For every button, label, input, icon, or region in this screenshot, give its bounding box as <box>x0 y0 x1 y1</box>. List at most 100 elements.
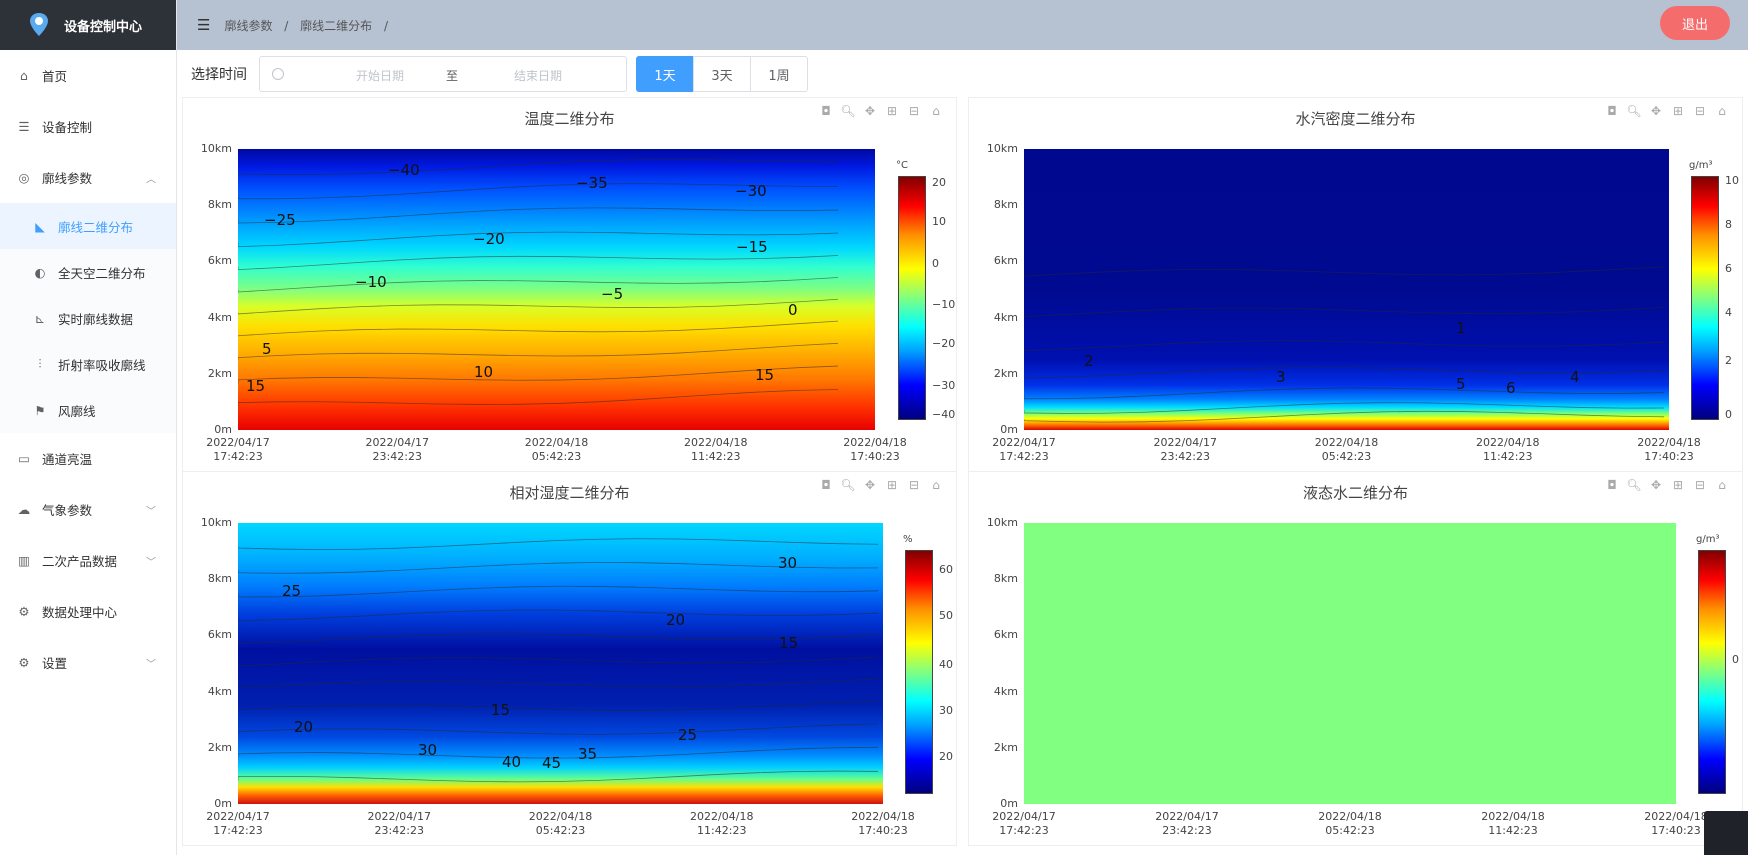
y-tick-label: 10km <box>986 142 1018 155</box>
zoom-in-icon[interactable]: ⊞ <box>884 478 900 492</box>
sidebar-item[interactable]: ▥ 二次产品数据 ﹀ <box>0 535 176 586</box>
contour-label: 20 <box>294 718 314 736</box>
x-tick-label: 2022/04/18 05:42:23 <box>524 436 589 463</box>
colorbar-tick: 0 <box>1725 408 1732 422</box>
contour-label: 40 <box>502 753 522 771</box>
sidebar-item[interactable]: ▭ 通道亮温 <box>0 433 176 484</box>
bar-icon: ▥ <box>18 553 30 568</box>
contour-label: 10 <box>474 363 494 381</box>
heatmap-area[interactable]: 1 2 3 4 5 6 <box>1024 149 1669 430</box>
sidebar-item[interactable]: ☁ 气象参数 ﹀ <box>0 484 176 535</box>
contour-label: 35 <box>578 745 598 763</box>
camera-icon[interactable]: ◘ <box>1604 478 1620 492</box>
pan-icon[interactable]: ✥ <box>1648 104 1664 118</box>
colorbar <box>1698 550 1726 794</box>
contour-label: 2 <box>1084 352 1094 370</box>
sidebar-item[interactable]: ◣ 廓线二维分布 <box>0 203 176 249</box>
y-tick-label: 10km <box>200 142 232 155</box>
date-range-picker[interactable]: 开始日期 至 结束日期 <box>259 56 627 92</box>
sidebar-item[interactable]: ⚙ 设置 ﹀ <box>0 637 176 688</box>
y-tick-label: 8km <box>207 572 232 586</box>
y-tick-label: 0m <box>1000 423 1018 436</box>
zoom-in-icon[interactable]: ⊞ <box>1670 104 1686 118</box>
zoom-in-icon[interactable]: ⊞ <box>884 104 900 118</box>
sidebar-item[interactable]: ⚑ 风廓线 <box>0 387 176 433</box>
breadcrumb-item[interactable]: 廓线参数 / <box>224 19 288 33</box>
end-date-input[interactable]: 结束日期 <box>478 67 598 84</box>
x-tick-label: 2022/04/18 17:40:23 <box>1637 436 1701 463</box>
zoom-icon[interactable]: 🔍︎ <box>840 104 856 118</box>
sidebar-item[interactable]: ⚙ 数据处理中心 <box>0 586 176 637</box>
colorbar <box>905 550 933 794</box>
gear-circle-icon: ⚙ <box>18 604 30 619</box>
contour-label: −10 <box>355 273 387 291</box>
range-3day-button[interactable]: 3天 <box>693 56 751 92</box>
pan-icon[interactable]: ✥ <box>862 478 878 492</box>
sidebar-item-label: 二次产品数据 <box>42 554 118 569</box>
chart-panel: 水汽密度二维分布 ◘ 🔍︎ ✥ ⊞ ⊟ ⌂ 1 2 3 4 5 6 0m 2km 4km 6km 8km 10km 2… <box>968 97 1743 472</box>
chart-panel: 相对湿度二维分布 ◘ 🔍︎ ✥ ⊞ ⊟ ⌂ 30 25 20 15 15 20 25 30 40 45 35 0m 2… <box>182 471 957 846</box>
logo: 设备控制中心 <box>0 0 176 50</box>
sidebar-item[interactable]: ◐ 全天空二维分布 <box>0 249 176 295</box>
heatmap-area[interactable]: −40 −35 −30 −25 −20 −15 −10 −5 0 5 10 15 15 <box>238 149 875 430</box>
x-tick-label: 2022/04/18 05:42:23 <box>1314 436 1379 463</box>
home-icon[interactable]: ⌂ <box>928 104 944 118</box>
chevron-down-icon: ﹀ <box>146 659 156 670</box>
sidebar-item[interactable]: ⫶ 折射率吸收廓线 <box>0 341 176 387</box>
contour-label: 15 <box>755 366 775 384</box>
y-tick-label: 8km <box>993 572 1018 586</box>
pan-icon[interactable]: ✥ <box>862 104 878 118</box>
header: ☰ 廓线参数 / 廓线二维分布 / 退出 <box>177 0 1748 50</box>
breadcrumb-item[interactable]: 廓线二维分布 / <box>300 19 388 33</box>
colorbar-unit: g/m³ <box>1689 160 1713 171</box>
heatmap-area[interactable] <box>1024 523 1676 804</box>
x-tick-label: 2022/04/17 17:42:23 <box>992 436 1056 463</box>
sidebar-item-label: 廓线参数 <box>42 171 93 186</box>
zoom-icon[interactable]: 🔍︎ <box>1626 478 1642 492</box>
y-tick-label: 6km <box>207 254 232 268</box>
zoom-icon[interactable]: 🔍︎ <box>1626 104 1642 118</box>
sidebar-item[interactable]: ☰ 设备控制 <box>0 101 176 152</box>
sidebar-item[interactable]: ⌂ 首页 <box>0 50 176 101</box>
app-title: 设备控制中心 <box>64 19 143 35</box>
zoom-out-icon[interactable]: ⊟ <box>1692 104 1708 118</box>
camera-icon[interactable]: ◘ <box>818 478 834 492</box>
colorbar-tick: −20 <box>932 337 956 351</box>
range-1week-button[interactable]: 1周 <box>750 56 808 92</box>
camera-icon[interactable]: ◘ <box>1604 104 1620 118</box>
zoom-out-icon[interactable]: ⊟ <box>906 104 922 118</box>
x-tick-label: 2022/04/17 17:42:23 <box>206 810 270 837</box>
range-1day-button[interactable]: 1天 <box>636 56 694 92</box>
colorbar-tick: −30 <box>932 378 956 392</box>
sidebar-item[interactable]: ◎ 廓线参数 ︿ <box>0 152 176 203</box>
sidebar-item[interactable]: ⊾ 实时廓线数据 <box>0 295 176 341</box>
colorbar-tick: 20 <box>939 750 953 764</box>
colorbar-tick: −10 <box>932 298 956 312</box>
sidebar-item-label: 折射率吸收廓线 <box>58 357 146 373</box>
zoom-icon[interactable]: 🔍︎ <box>840 478 856 492</box>
x-tick-label: 2022/04/17 23:42:23 <box>367 810 431 837</box>
hamburger-menu-icon[interactable]: ☰ <box>197 16 210 34</box>
home-icon: ⌂ <box>20 68 28 83</box>
chevron-up-icon: ︿ <box>146 174 156 185</box>
home-icon[interactable]: ⌂ <box>1714 104 1730 118</box>
y-tick-label: 8km <box>207 198 232 212</box>
home-icon[interactable]: ⌂ <box>1714 478 1730 492</box>
contour-label: −20 <box>473 230 505 248</box>
zoom-out-icon[interactable]: ⊟ <box>906 478 922 492</box>
start-date-input[interactable]: 开始日期 <box>330 67 430 84</box>
x-tick-label: 2022/04/18 11:42:23 <box>1481 810 1545 837</box>
heatmap-area[interactable]: 30 25 20 15 15 20 25 30 40 45 35 <box>238 523 883 804</box>
camera-icon[interactable]: ◘ <box>818 104 834 118</box>
breadcrumb: 廓线参数 / 廓线二维分布 / <box>224 17 396 34</box>
x-tick-label: 2022/04/18 05:42:23 <box>1318 810 1382 837</box>
home-icon[interactable]: ⌂ <box>928 478 944 492</box>
colorbar-tick: 2 <box>1725 354 1732 368</box>
cloud-icon: ☁ <box>17 502 31 517</box>
zoom-in-icon[interactable]: ⊞ <box>1670 478 1686 492</box>
zoom-out-icon[interactable]: ⊟ <box>1692 478 1708 492</box>
logout-button[interactable]: 退出 <box>1660 6 1730 40</box>
floating-widget[interactable] <box>1704 811 1748 855</box>
contour-label: 45 <box>542 754 562 772</box>
pan-icon[interactable]: ✥ <box>1648 478 1664 492</box>
